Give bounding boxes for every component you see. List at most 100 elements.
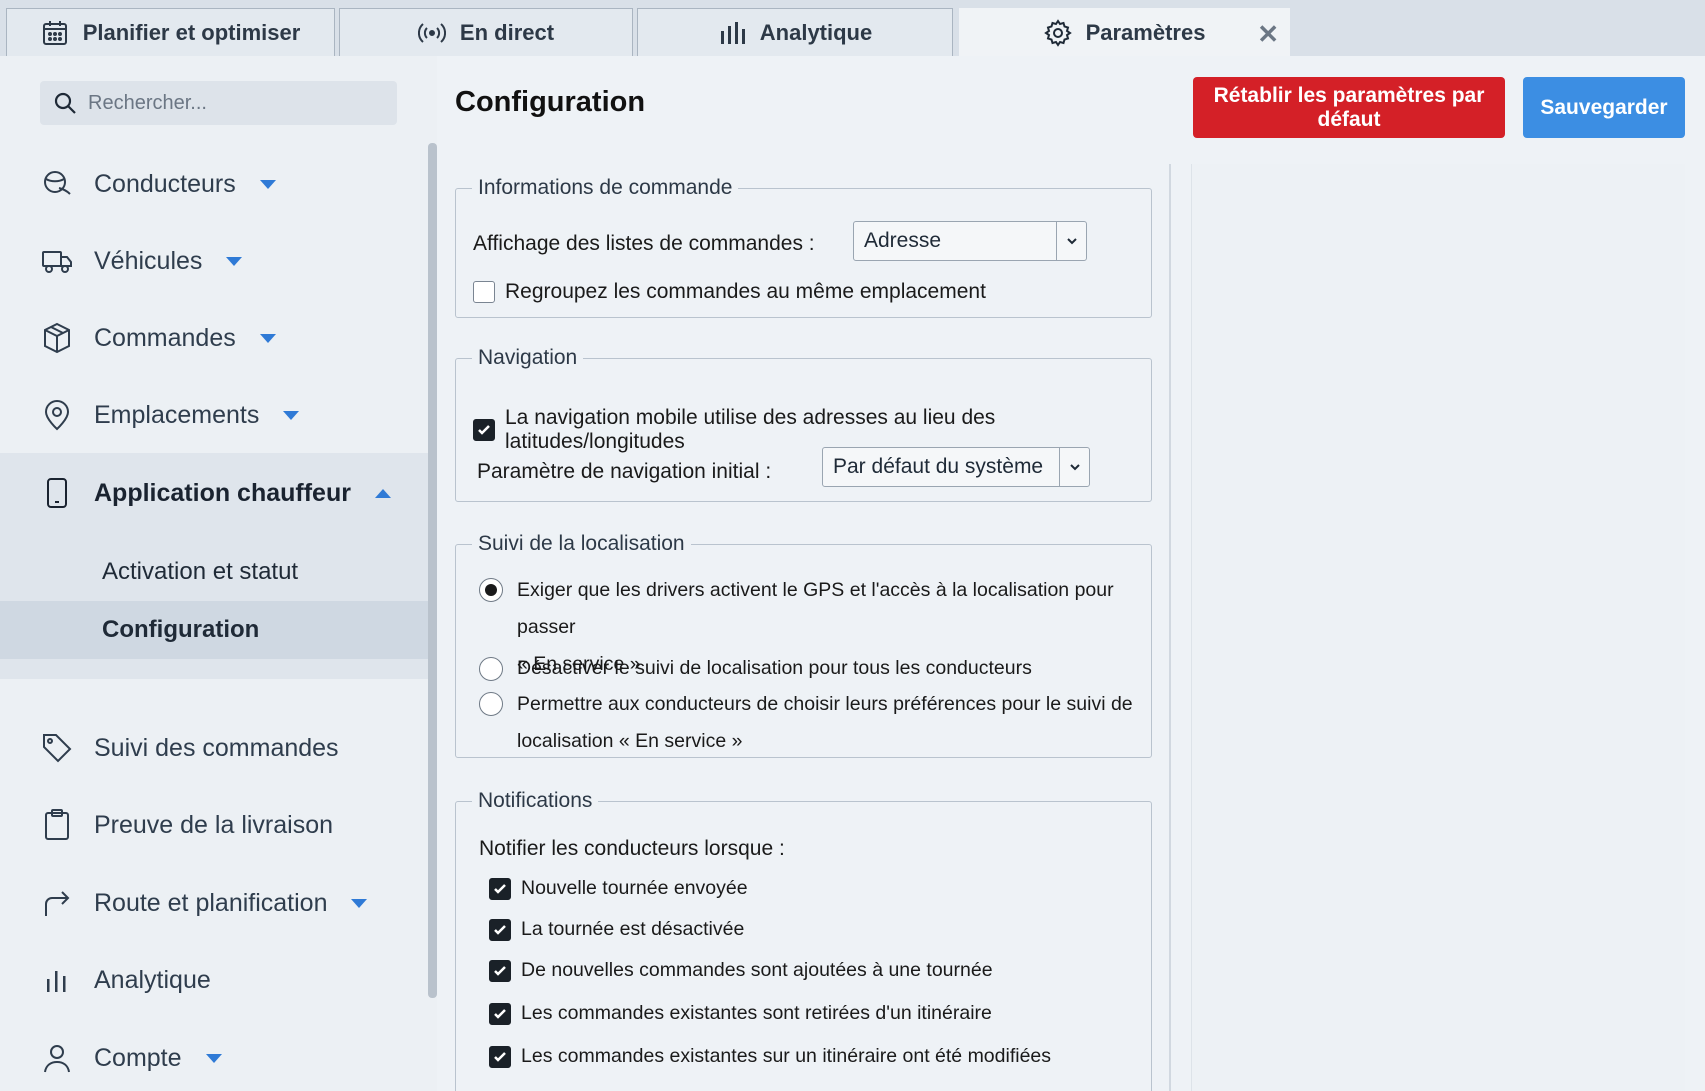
sidebar-item-label: Emplacements — [94, 400, 260, 429]
check-icon — [494, 965, 506, 976]
truck-icon — [42, 251, 72, 273]
reset-defaults-button[interactable]: Rétablir les paramètres par défaut — [1193, 77, 1505, 138]
group-orders-row[interactable]: Regroupez les commandes au même emplacem… — [473, 280, 986, 304]
notification-item[interactable]: Nouvelle tournée envoyée — [489, 877, 748, 900]
notifications-intro-text: Notifier les conducteurs lorsque : — [479, 837, 785, 860]
bar-chart-icon — [47, 971, 66, 992]
location-option-3[interactable]: Permettre aux conducteurs de choisir leu… — [479, 686, 1133, 760]
initial-nav-label: Paramètre de navigation initial : — [477, 460, 771, 484]
chevron-down-icon[interactable] — [351, 898, 368, 908]
tab-planifier[interactable]: Planifier et optimiser — [6, 8, 335, 56]
location-option-line: Exiger que les drivers activent le GPS e… — [517, 579, 1114, 638]
section-legend: Informations de commande — [478, 176, 733, 199]
order-display-select[interactable]: Adresse — [853, 221, 1087, 261]
mobile-nav-checkbox[interactable] — [473, 419, 495, 441]
sidebar-item-compte[interactable]: Compte — [0, 1028, 428, 1088]
tab-en-direct[interactable]: En direct — [339, 8, 633, 56]
chevron-down-icon[interactable] — [1059, 448, 1089, 486]
sidebar-group-application: Application chauffeur Activation et stat… — [0, 453, 428, 679]
location-option-text: Désactiver le suivi de localisation pour… — [517, 657, 1032, 679]
order-display-label: Affichage des listes de commandes : — [473, 232, 815, 256]
chevron-down-icon[interactable] — [259, 179, 276, 189]
phone-icon — [47, 478, 67, 508]
sidebar-subitem-label: Activation et statut — [102, 558, 299, 585]
calendar-icon — [42, 20, 67, 45]
notification-item[interactable]: La tournée est désactivée — [489, 918, 744, 941]
sidebar-item-label: Suivi des commandes — [94, 733, 339, 762]
sidebar-item-label: Commandes — [94, 323, 236, 352]
location-section: Suivi de la localisation Exiger que les … — [455, 532, 1152, 758]
notification-checkbox[interactable] — [489, 1002, 511, 1025]
notification-checkbox[interactable] — [489, 918, 511, 941]
sidebar-item-preuve-livraison[interactable]: Preuve de la livraison — [0, 795, 428, 855]
group-orders-checkbox[interactable] — [473, 281, 495, 303]
group-orders-label: Regroupez les commandes au même emplacem… — [505, 280, 986, 303]
location-option-line: localisation « En service » — [517, 730, 743, 752]
tab-parametres[interactable]: Paramètres ✕ — [959, 8, 1290, 56]
order-info-section: Informations de commande Affichage des l… — [455, 176, 1152, 318]
page-title: Configuration — [455, 86, 646, 118]
sidebar: Conducteurs Véhicules Commandes Emplacem… — [0, 56, 437, 1091]
notification-item[interactable]: De nouvelles commandes sont ajoutées à u… — [489, 959, 993, 982]
gear-icon — [1043, 18, 1072, 47]
sidebar-item-route-planification[interactable]: Route et planification — [0, 873, 428, 933]
user-icon — [44, 1045, 70, 1073]
notification-checkbox[interactable] — [489, 877, 511, 900]
sidebar-item-label: Route et planification — [94, 888, 328, 917]
chevron-down-icon[interactable] — [283, 410, 300, 420]
broadcast-icon — [417, 22, 446, 43]
navigation-section: Navigation La navigation mobile utilise … — [455, 346, 1152, 502]
map-pin-icon — [44, 400, 70, 431]
main-content: Configuration Rétablir les paramètres pa… — [437, 56, 1705, 1091]
package-icon — [44, 322, 70, 354]
sidebar-item-label: Conducteurs — [94, 169, 236, 198]
sidebar-item-suivi-commandes[interactable]: Suivi des commandes — [0, 718, 428, 778]
sidebar-item-application-chauffeur[interactable]: Application chauffeur — [0, 463, 428, 523]
section-legend: Navigation — [478, 346, 578, 369]
search-icon — [54, 92, 76, 114]
sidebar-item-label: Compte — [94, 1043, 182, 1072]
sidebar-item-vehicules[interactable]: Véhicules — [0, 231, 428, 291]
location-option-2[interactable]: Désactiver le suivi de localisation pour… — [479, 650, 1032, 687]
steering-wheel-icon — [44, 171, 71, 195]
tab-analytique[interactable]: Analytique — [637, 8, 953, 56]
save-button[interactable]: Sauvegarder — [1523, 77, 1685, 138]
notifications-section: Notifications Notifier les conducteurs l… — [455, 789, 1152, 1091]
check-icon — [478, 425, 490, 435]
initial-nav-label-text: Paramètre de navigation initial : — [477, 460, 772, 483]
sidebar-item-label: Véhicules — [94, 246, 203, 275]
tab-label: Analytique — [759, 19, 873, 45]
search-input[interactable] — [88, 91, 378, 115]
tab-label: En direct — [459, 19, 555, 45]
close-icon[interactable]: ✕ — [1257, 19, 1279, 50]
notification-item[interactable]: Les commandes existantes sur un itinérai… — [489, 1045, 1051, 1068]
tab-label: Paramètres — [1085, 19, 1206, 45]
location-option-line: Permettre aux conducteurs de choisir leu… — [517, 693, 1133, 715]
location-radio-1[interactable] — [479, 578, 503, 602]
notification-label: La tournée est désactivée — [521, 918, 745, 940]
sidebar-item-emplacements[interactable]: Emplacements — [0, 385, 428, 445]
sidebar-subitem-configuration[interactable]: Configuration — [0, 601, 428, 659]
sidebar-item-commandes[interactable]: Commandes — [0, 308, 428, 368]
sidebar-scrollbar[interactable] — [428, 143, 437, 998]
search-box[interactable] — [40, 81, 397, 125]
notification-checkbox[interactable] — [489, 959, 511, 982]
initial-nav-select[interactable]: Par défaut du système — [822, 447, 1090, 487]
chevron-down-icon[interactable] — [1056, 222, 1086, 260]
right-panel — [1191, 164, 1685, 1091]
sidebar-item-label: Preuve de la livraison — [94, 810, 334, 839]
notification-checkbox[interactable] — [489, 1045, 511, 1068]
chevron-down-icon[interactable] — [259, 333, 276, 343]
sidebar-item-conducteurs[interactable]: Conducteurs — [0, 154, 428, 214]
location-radio-3[interactable] — [479, 692, 503, 716]
sidebar-subitem-activation[interactable]: Activation et statut — [0, 543, 428, 601]
section-legend: Notifications — [478, 789, 593, 812]
chevron-down-icon[interactable] — [226, 256, 243, 266]
chevron-down-icon[interactable] — [205, 1053, 222, 1063]
select-value: Par défaut du système — [833, 455, 1044, 478]
notification-item[interactable]: Les commandes existantes sont retirées d… — [489, 1002, 992, 1025]
location-radio-2[interactable] — [479, 656, 503, 681]
sidebar-item-analytique[interactable]: Analytique — [0, 950, 428, 1010]
notification-label: Nouvelle tournée envoyée — [521, 877, 748, 899]
chevron-up-icon[interactable] — [374, 488, 391, 498]
